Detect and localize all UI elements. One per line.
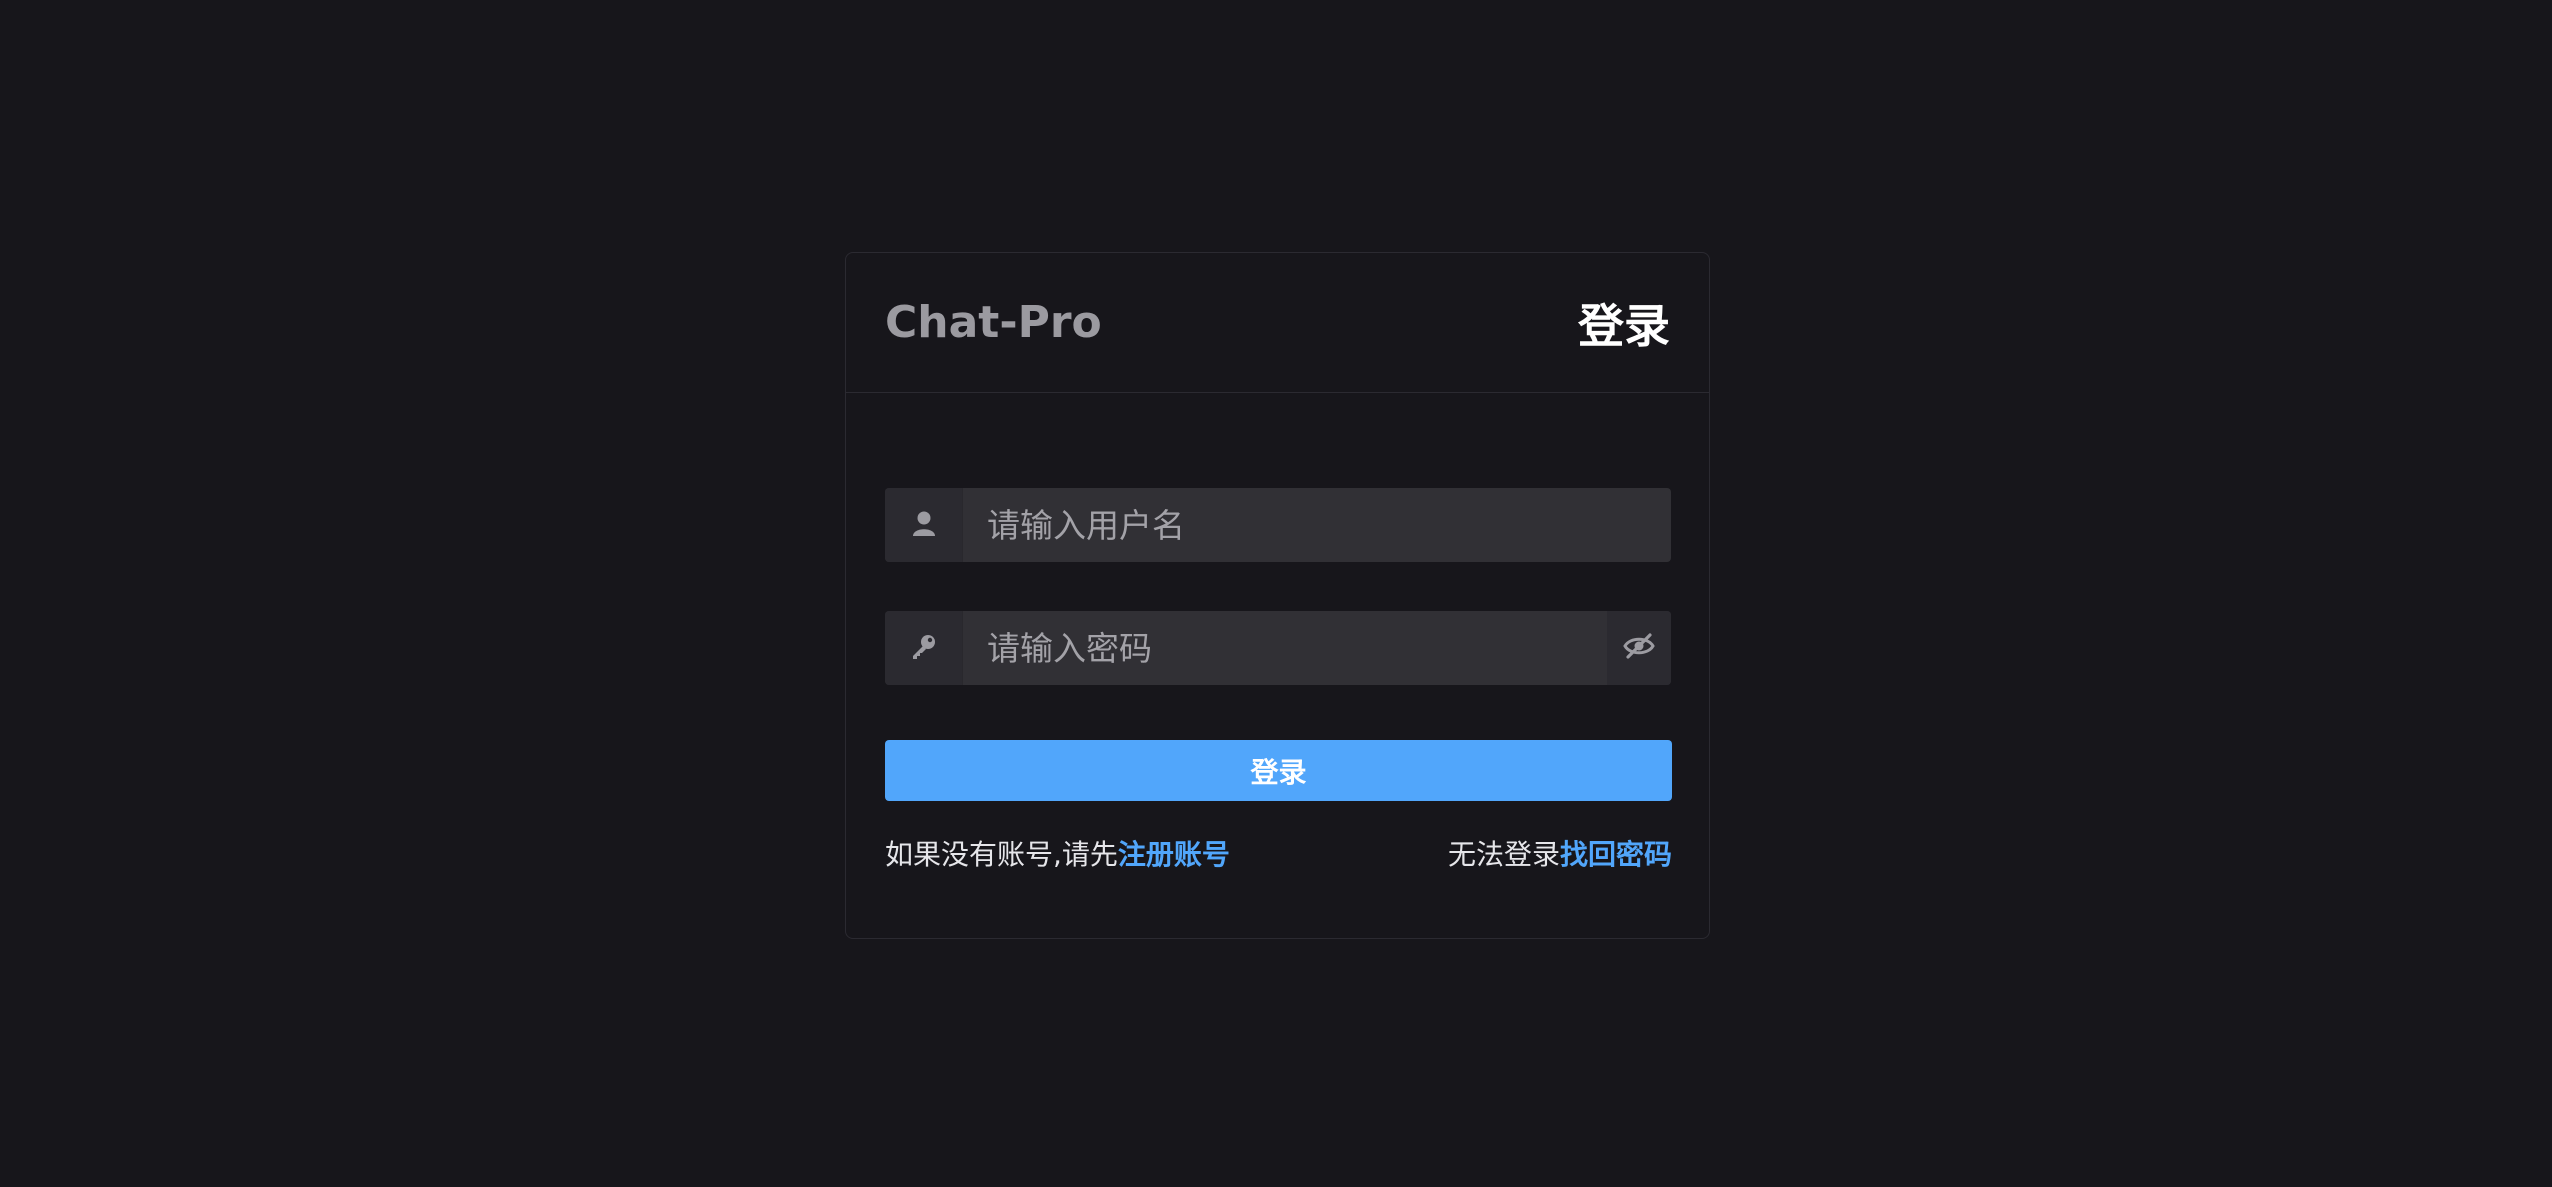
password-group (885, 611, 1671, 685)
key-icon (910, 632, 938, 664)
eye-off-icon (1623, 633, 1655, 663)
user-icon (912, 510, 936, 540)
recover-hint: 无法登录找回密码 (1448, 833, 1672, 873)
password-prepend (885, 611, 963, 685)
login-card: Chat-Pro 登录 请输入用户名 登录 如果没有账号,请先注册账号 无法登录… (845, 252, 1710, 939)
password-visibility-toggle[interactable] (1607, 611, 1671, 685)
username-prepend (885, 488, 963, 562)
recover-password-link[interactable]: 找回密码 (1560, 838, 1672, 871)
register-prefix: 如果没有账号,请先 (885, 838, 1118, 871)
login-footer: 如果没有账号,请先注册账号 无法登录找回密码 (885, 833, 1672, 873)
username-group (885, 488, 1671, 562)
login-button[interactable]: 登录 (885, 740, 1672, 801)
username-input[interactable] (963, 488, 1671, 562)
brand-name: Chat-Pro (885, 297, 1102, 348)
register-hint: 如果没有账号,请先注册账号 (885, 833, 1230, 873)
register-link[interactable]: 注册账号 (1118, 838, 1230, 871)
page-title: 登录 (1578, 298, 1670, 353)
recover-prefix: 无法登录 (1447, 838, 1560, 871)
card-header: Chat-Pro 登录 (846, 253, 1709, 393)
password-input[interactable] (963, 611, 1607, 685)
